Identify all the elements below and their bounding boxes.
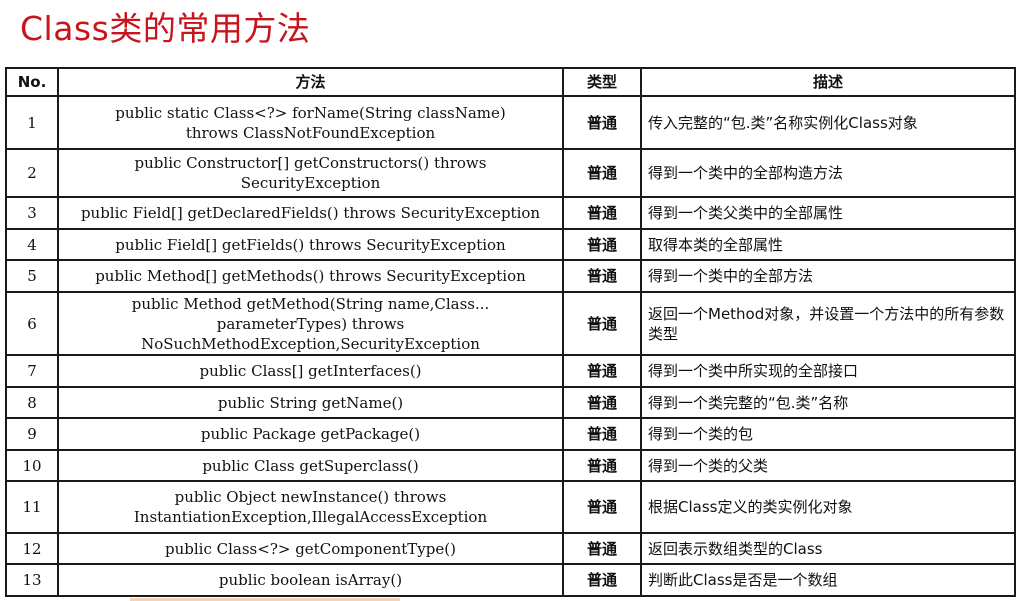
row-number: 12 (5, 532, 59, 565)
method-signature-text: public static Class<?> forName(String cl… (115, 103, 506, 142)
method-signature: public boolean isArray() (57, 563, 564, 597)
method-description: 得到一个类的父类 (640, 449, 1016, 482)
row-number: 10 (5, 449, 59, 482)
header-method: 方法 (57, 67, 564, 97)
method-signature: public String getName() (57, 386, 564, 419)
table-row: 5 public Method[] getMethods() throws Se… (5, 259, 1016, 293)
method-description: 得到一个类父类中的全部属性 (640, 196, 1016, 230)
method-type: 普通 (562, 417, 642, 451)
row-number: 9 (5, 417, 59, 451)
method-signature: public Class getSuperclass() (57, 449, 564, 482)
row-number: 2 (5, 148, 59, 198)
method-description: 得到一个类中的全部构造方法 (640, 148, 1016, 198)
row-number: 11 (5, 480, 59, 534)
method-description: 判断此Class是否是一个数组 (640, 563, 1016, 597)
method-signature: public Method getMethod(String name,Clas… (57, 291, 564, 356)
method-type: 普通 (562, 532, 642, 565)
method-description: 得到一个类完整的“包.类”名称 (640, 386, 1016, 419)
header-no: No. (5, 67, 59, 97)
table-row: 7 public Class[] getInterfaces() 普通 得到一个… (5, 354, 1016, 388)
method-signature: public Package getPackage() (57, 417, 564, 451)
row-number: 4 (5, 228, 59, 261)
table-row: 4 public Field[] getFields() throws Secu… (5, 228, 1016, 261)
method-type: 普通 (562, 196, 642, 230)
method-signature-text: public Method getMethod(String name,Clas… (131, 294, 490, 353)
row-number: 13 (5, 563, 59, 597)
method-type: 普通 (562, 228, 642, 261)
method-type: 普通 (562, 480, 642, 534)
method-signature: public Method[] getMethods() throws Secu… (57, 259, 564, 293)
method-signature-text: public Object newInstance() throws Insta… (133, 488, 488, 526)
method-description: 根据Class定义的类实例化对象 (640, 480, 1016, 534)
row-number: 6 (5, 291, 59, 356)
method-description: 得到一个类中的全部方法 (640, 259, 1016, 293)
row-number: 1 (5, 95, 59, 150)
method-signature: public Field[] getFields() throws Securi… (57, 228, 564, 261)
method-type: 普通 (562, 563, 642, 597)
method-description: 得到一个类中所实现的全部接口 (640, 354, 1016, 388)
table-row: 8 public String getName() 普通 得到一个类完整的“包.… (5, 386, 1016, 419)
method-signature: public Class[] getInterfaces() (57, 354, 564, 388)
table-row: 3 public Field[] getDeclaredFields() thr… (5, 196, 1016, 230)
row-number: 3 (5, 196, 59, 230)
method-signature: public Class<?> getComponentType() (57, 532, 564, 565)
method-type: 普通 (562, 259, 642, 293)
table-row: 10 public Class getSuperclass() 普通 得到一个类… (5, 449, 1016, 482)
header-type: 类型 (562, 67, 642, 97)
method-signature: public static Class<?> forName(String cl… (57, 95, 564, 150)
method-type: 普通 (562, 386, 642, 419)
table-row: 2 public Constructor[] getConstructors()… (5, 148, 1016, 198)
methods-table: No. 方法 类型 描述 1 public static Class<?> fo… (5, 67, 1016, 597)
method-signature: public Constructor[] getConstructors() t… (57, 148, 564, 198)
method-description: 传入完整的“包.类”名称实例化Class对象 (640, 95, 1016, 150)
method-description: 返回表示数组类型的Class (640, 532, 1016, 565)
method-signature: public Field[] getDeclaredFields() throw… (57, 196, 564, 230)
row-number: 8 (5, 386, 59, 419)
method-type: 普通 (562, 95, 642, 150)
method-type: 普通 (562, 449, 642, 482)
method-description: 返回一个Method对象，并设置一个方法中的所有参数类型 (640, 291, 1016, 356)
table-row: 6 public Method getMethod(String name,Cl… (5, 291, 1016, 356)
header-desc: 描述 (640, 67, 1016, 97)
row-number: 5 (5, 259, 59, 293)
method-description: 取得本类的全部属性 (640, 228, 1016, 261)
table-row: 9 public Package getPackage() 普通 得到一个类的包 (5, 417, 1016, 451)
method-description: 得到一个类的包 (640, 417, 1016, 451)
method-type: 普通 (562, 354, 642, 388)
table-row: 13 public boolean isArray() 普通 判断此Class是… (5, 563, 1016, 597)
table-row: 12 public Class<?> getComponentType() 普通… (5, 532, 1016, 565)
method-type: 普通 (562, 148, 642, 198)
method-signature: public Object newInstance() throws Insta… (57, 480, 564, 534)
table-row: 11 public Object newInstance() throws In… (5, 480, 1016, 534)
row-number: 7 (5, 354, 59, 388)
method-type: 普通 (562, 291, 642, 356)
header-row: No. 方法 类型 描述 (5, 67, 1016, 97)
table-row: 1 public static Class<?> forName(String … (5, 95, 1016, 150)
page-title: Class类的常用方法 (20, 9, 311, 48)
